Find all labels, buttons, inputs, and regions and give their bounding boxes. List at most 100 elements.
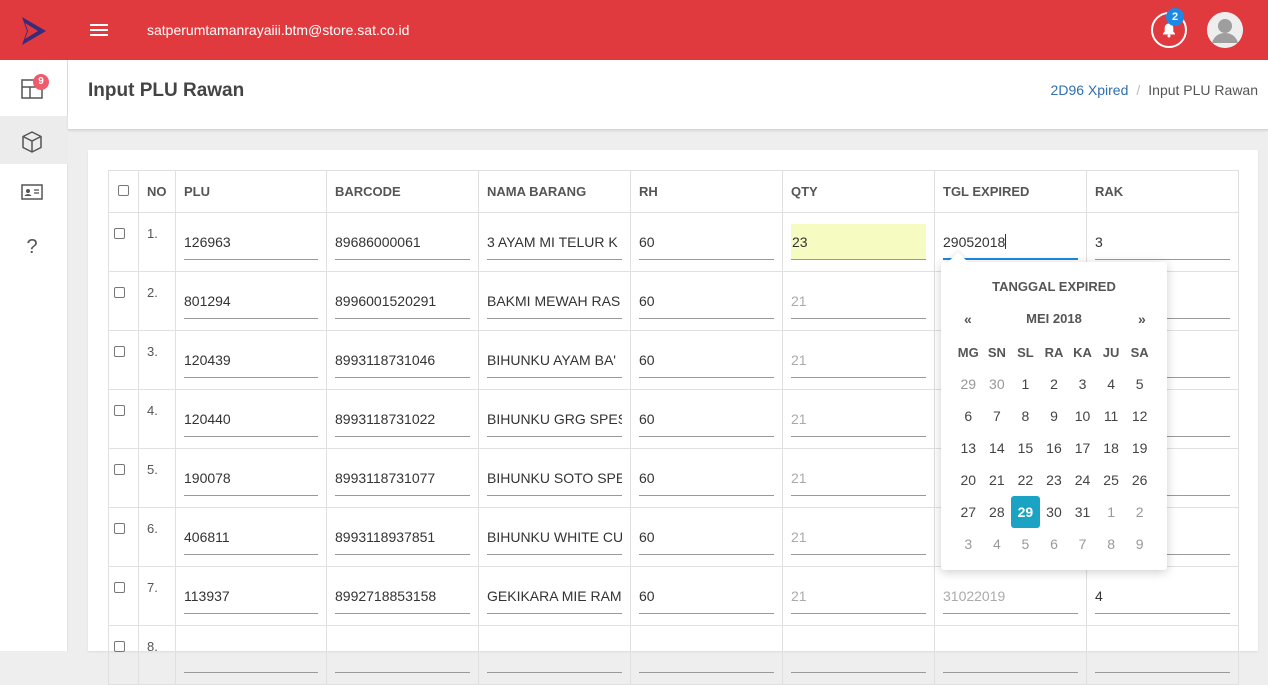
calendar-day[interactable]: 23 <box>1040 464 1069 496</box>
calendar-day[interactable]: 29 <box>954 368 983 400</box>
qty-input[interactable] <box>791 637 926 673</box>
nama-barang-input[interactable]: BIHUNKU SOTO SPE <box>487 460 622 496</box>
barcode-input[interactable]: 8996001520291 <box>335 283 470 319</box>
calendar-day[interactable]: 2 <box>1125 496 1154 528</box>
calendar-day[interactable]: 1 <box>1097 496 1126 528</box>
row-checkbox[interactable] <box>114 464 125 475</box>
nama-barang-input[interactable]: BIHUNKU AYAM BA' <box>487 342 622 378</box>
rh-input[interactable]: 60 <box>639 401 774 437</box>
nama-barang-input[interactable]: BIHUNKU GRG SPES <box>487 401 622 437</box>
calendar-day[interactable]: 20 <box>954 464 983 496</box>
sidebar-item-help[interactable]: ? <box>0 220 68 268</box>
calendar-day[interactable]: 30 <box>1040 496 1069 528</box>
qty-input[interactable]: 21 <box>791 283 926 319</box>
nama-barang-input[interactable] <box>487 637 622 673</box>
nama-barang-input[interactable]: GEKIKARA MIE RAM <box>487 578 622 614</box>
row-checkbox[interactable] <box>114 582 125 593</box>
month-switch[interactable]: MEI 2018 <box>941 311 1167 326</box>
select-all-checkbox[interactable] <box>118 185 129 196</box>
calendar-day[interactable]: 5 <box>1011 528 1040 560</box>
sidebar-item-dashboard[interactable]: 9 <box>0 64 68 112</box>
calendar-day[interactable]: 22 <box>1011 464 1040 496</box>
calendar-day[interactable]: 25 <box>1097 464 1126 496</box>
app-logo[interactable] <box>16 14 50 48</box>
rh-input[interactable]: 60 <box>639 224 774 260</box>
calendar-day-selected[interactable]: 29 <box>1011 496 1040 528</box>
plu-input[interactable] <box>184 637 318 673</box>
rh-input[interactable]: 60 <box>639 342 774 378</box>
nama-barang-input[interactable]: BIHUNKU WHITE CU <box>487 519 622 555</box>
calendar-day[interactable]: 9 <box>1125 528 1154 560</box>
qty-input[interactable]: 21 <box>791 578 926 614</box>
sidebar-item-box[interactable] <box>0 116 68 164</box>
rh-input[interactable]: 60 <box>639 460 774 496</box>
plu-input[interactable]: 120440 <box>184 401 318 437</box>
calendar-day[interactable]: 8 <box>1011 400 1040 432</box>
row-checkbox[interactable] <box>114 641 125 652</box>
tgl-expired-input[interactable]: 31022019 <box>943 578 1078 614</box>
calendar-day[interactable]: 26 <box>1125 464 1154 496</box>
rak-input[interactable]: 4 <box>1095 578 1230 614</box>
calendar-day[interactable]: 11 <box>1097 400 1126 432</box>
calendar-day[interactable]: 12 <box>1125 400 1154 432</box>
barcode-input[interactable]: 8993118731046 <box>335 342 470 378</box>
calendar-day[interactable]: 16 <box>1040 432 1069 464</box>
calendar-day[interactable]: 6 <box>954 400 983 432</box>
plu-input[interactable]: 126963 <box>184 224 318 260</box>
row-checkbox[interactable] <box>114 405 125 416</box>
tgl-expired-input[interactable] <box>943 637 1078 673</box>
nama-barang-input[interactable]: BAKMI MEWAH RAS <box>487 283 622 319</box>
calendar-day[interactable]: 10 <box>1068 400 1097 432</box>
plu-input[interactable]: 113937 <box>184 578 318 614</box>
plu-input[interactable]: 406811 <box>184 519 318 555</box>
barcode-input[interactable]: 8993118731022 <box>335 401 470 437</box>
calendar-day[interactable]: 14 <box>983 432 1012 464</box>
barcode-input[interactable]: 8993118731077 <box>335 460 470 496</box>
calendar-day[interactable]: 21 <box>983 464 1012 496</box>
qty-input[interactable]: 21 <box>791 401 926 437</box>
calendar-day[interactable]: 7 <box>983 400 1012 432</box>
qty-input[interactable]: 21 <box>791 342 926 378</box>
rak-input[interactable]: 3 <box>1095 224 1230 260</box>
calendar-day[interactable]: 1 <box>1011 368 1040 400</box>
menu-toggle-icon[interactable] <box>90 22 110 38</box>
barcode-input[interactable]: 8992718853158 <box>335 578 470 614</box>
calendar-day[interactable]: 17 <box>1068 432 1097 464</box>
barcode-input[interactable] <box>335 637 470 673</box>
rh-input[interactable] <box>639 637 774 673</box>
nama-barang-input[interactable]: 3 AYAM MI TELUR K <box>487 224 622 260</box>
user-avatar[interactable] <box>1207 12 1243 48</box>
calendar-day[interactable]: 8 <box>1097 528 1126 560</box>
calendar-day[interactable]: 24 <box>1068 464 1097 496</box>
plu-input[interactable]: 120439 <box>184 342 318 378</box>
calendar-day[interactable]: 6 <box>1040 528 1069 560</box>
calendar-day[interactable]: 18 <box>1097 432 1126 464</box>
qty-input[interactable]: 23 <box>791 224 926 260</box>
calendar-day[interactable]: 28 <box>983 496 1012 528</box>
prev-month-button[interactable]: « <box>964 311 972 327</box>
barcode-input[interactable]: 8993118937851 <box>335 519 470 555</box>
row-checkbox[interactable] <box>114 287 125 298</box>
row-checkbox[interactable] <box>114 346 125 357</box>
calendar-day[interactable]: 7 <box>1068 528 1097 560</box>
calendar-day[interactable]: 27 <box>954 496 983 528</box>
breadcrumb-link-2d96-xpired[interactable]: 2D96 Xpired <box>1051 82 1129 98</box>
calendar-day[interactable]: 2 <box>1040 368 1069 400</box>
qty-input[interactable]: 21 <box>791 460 926 496</box>
calendar-day[interactable]: 3 <box>954 528 983 560</box>
rh-input[interactable]: 60 <box>639 578 774 614</box>
row-checkbox[interactable] <box>114 228 125 239</box>
calendar-day[interactable]: 15 <box>1011 432 1040 464</box>
rh-input[interactable]: 60 <box>639 519 774 555</box>
sidebar-item-id-card[interactable] <box>0 168 68 216</box>
calendar-day[interactable]: 3 <box>1068 368 1097 400</box>
calendar-day[interactable]: 31 <box>1068 496 1097 528</box>
plu-input[interactable]: 190078 <box>184 460 318 496</box>
calendar-day[interactable]: 30 <box>983 368 1012 400</box>
calendar-day[interactable]: 4 <box>983 528 1012 560</box>
row-checkbox[interactable] <box>114 523 125 534</box>
next-month-button[interactable]: » <box>1138 311 1146 327</box>
barcode-input[interactable]: 89686000061 <box>335 224 470 260</box>
plu-input[interactable]: 801294 <box>184 283 318 319</box>
qty-input[interactable]: 21 <box>791 519 926 555</box>
